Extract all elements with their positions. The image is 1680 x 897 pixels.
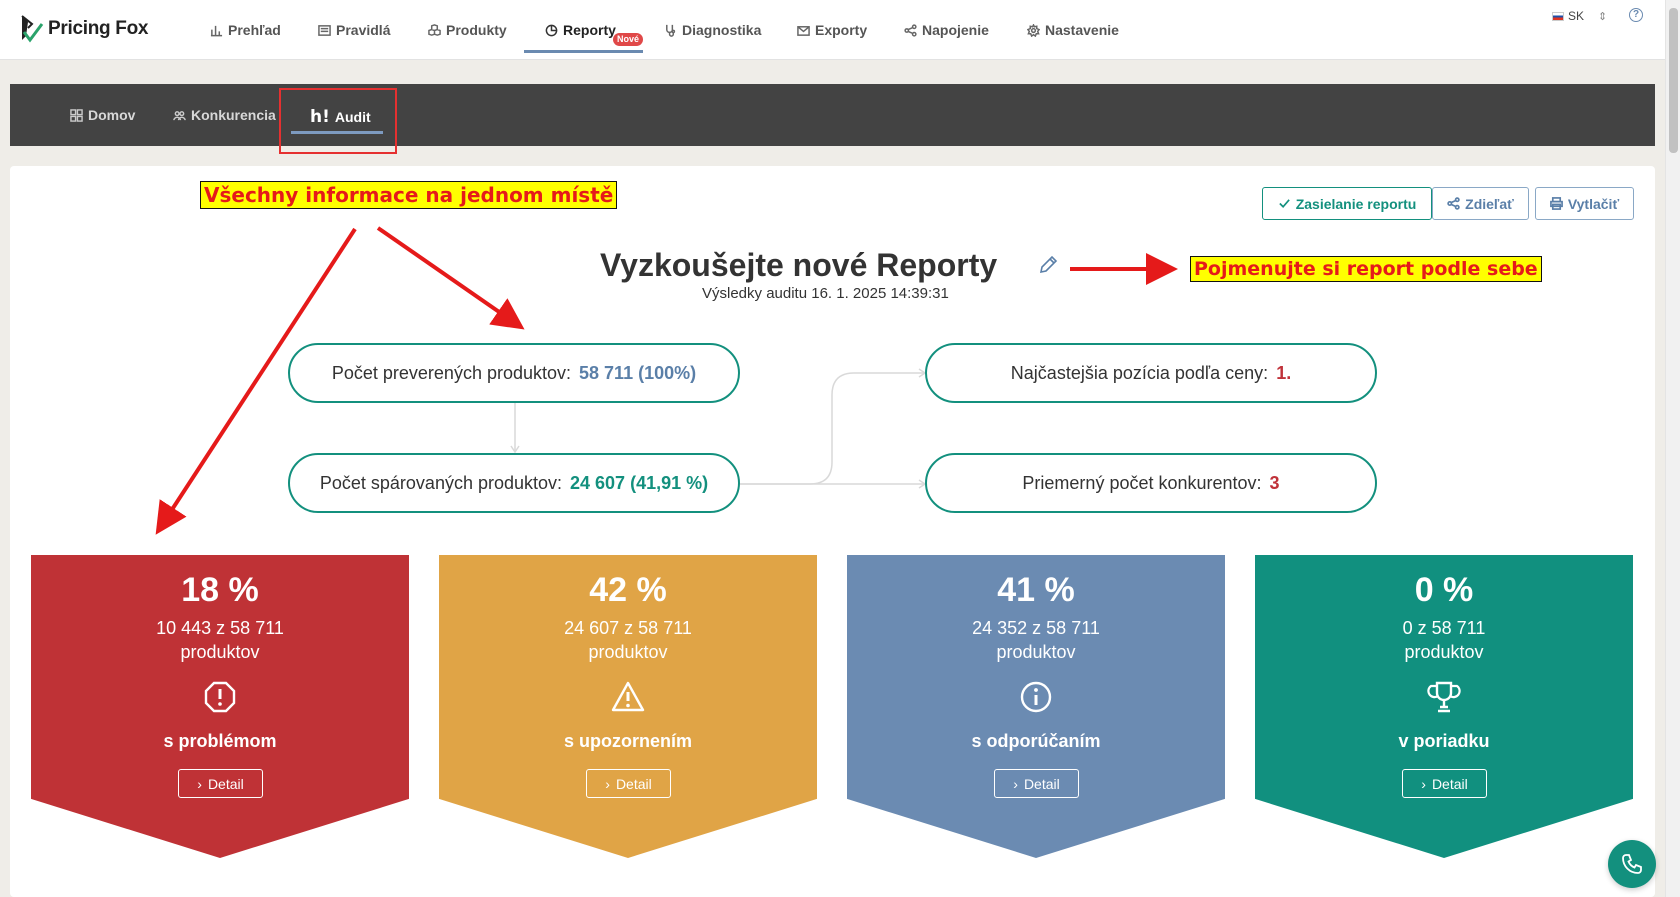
checked-products-box: Počet preverených produktov: 58 711 (100… (288, 343, 740, 403)
matched-products-box: Počet spárovaných produktov: 24 607 (41,… (288, 453, 740, 513)
tile-label: s problémom (163, 731, 277, 751)
tile-recommendation: 41 % 24 352 z 58 711 produktov s odporúč… (847, 555, 1225, 858)
matched-products-value: 24 607 (41,91 %) (570, 472, 709, 493)
tile-unit: produktov (588, 642, 668, 662)
checked-products-value: 58 711 (100%) (579, 362, 697, 383)
detail-button[interactable]: › Detail (178, 769, 263, 798)
tile-percent: 42 % (589, 571, 667, 609)
annotation-all-in-one: Všechny informace na jednom místě (200, 181, 618, 209)
price-position-box: Najčastejšia pozícia podľa ceny: 1. (925, 343, 1377, 403)
octagon-exclamation-icon (204, 681, 236, 713)
tile-label: s upozornením (563, 731, 692, 751)
competitors-value: 3 (1269, 472, 1280, 493)
tile-unit: produktov (1404, 642, 1484, 662)
info-circle-icon (1020, 681, 1052, 713)
warning-triangle-icon (611, 681, 645, 712)
tile-ok: 0 % 0 z 58 711 produktov v poriadku › De… (1255, 555, 1633, 858)
tile-percent: 0 % (1414, 571, 1474, 609)
tile-count: 24 352 z 58 711 (972, 618, 1100, 638)
tile-problem: 18 % 10 443 z 58 711 produktov s problém… (31, 555, 409, 858)
chevron-right-icon: › (1421, 775, 1426, 792)
price-position-label: Najčastejšia pozícia podľa ceny: (1010, 362, 1269, 383)
tile-percent: 41 % (997, 571, 1075, 609)
competitors-label: Priemerný počet konkurentov: (1022, 472, 1262, 493)
chevron-right-icon: › (197, 775, 202, 792)
trophy-icon (1427, 681, 1461, 713)
checked-products-label: Počet preverených produktov: (331, 362, 572, 383)
chevron-right-icon: › (1013, 775, 1018, 792)
detail-label: Detail (1431, 775, 1468, 792)
tile-label: v poriadku (1398, 731, 1490, 751)
detail-label: Detail (1023, 775, 1060, 792)
detail-label: Detail (207, 775, 244, 792)
detail-label: Detail (615, 775, 652, 792)
matched-products-label: Počet spárovaných produktov: (319, 472, 563, 493)
tile-unit: produktov (996, 642, 1076, 662)
annotation-rename: Pojmenujte si report podle sebe (1190, 256, 1542, 282)
tile-label: s odporúčaním (971, 731, 1101, 751)
tile-unit: produktov (180, 642, 260, 662)
chevron-right-icon: › (605, 775, 610, 792)
tile-count: 10 443 z 58 711 (156, 618, 284, 638)
detail-button[interactable]: › Detail (994, 769, 1079, 798)
competitors-box: Priemerný počet konkurentov: 3 (925, 453, 1377, 513)
price-position-value: 1. (1276, 362, 1292, 383)
detail-button[interactable]: › Detail (586, 769, 671, 798)
tile-percent: 18 % (181, 571, 259, 609)
detail-button[interactable]: › Detail (1402, 769, 1487, 798)
phone-contact-button[interactable] (1608, 840, 1656, 888)
tile-count: 24 607 z 58 711 (564, 618, 692, 638)
phone-icon (1622, 854, 1642, 874)
tile-count: 0 z 58 711 (1402, 618, 1486, 638)
tile-warning: 42 % 24 607 z 58 711 produktov s upozorn… (439, 555, 817, 858)
